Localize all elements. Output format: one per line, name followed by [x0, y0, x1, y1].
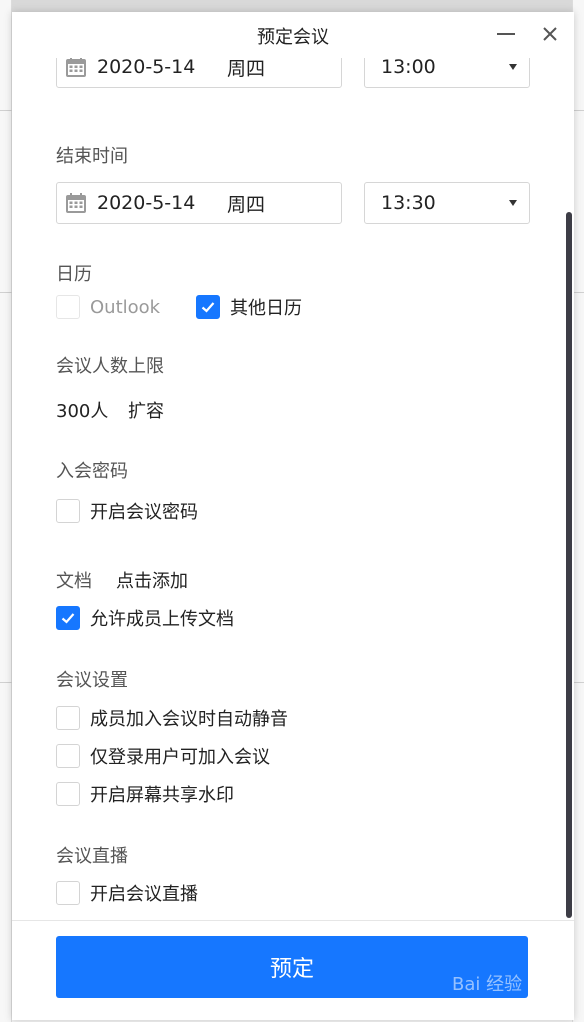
- dialog-titlebar: 预定会议: [12, 12, 574, 58]
- allow-upload-option[interactable]: 允许成员上传文档: [56, 605, 234, 631]
- end-date-value: 2020-5-14: [97, 192, 196, 214]
- end-time-label: 结束时间: [56, 146, 128, 167]
- background-titlebar: [0, 0, 584, 12]
- start-time-select[interactable]: 13:00: [364, 58, 530, 88]
- live-label: 会议直播: [56, 846, 128, 867]
- scrollbar[interactable]: [566, 212, 572, 918]
- background-divider: [0, 682, 12, 683]
- login-only-option[interactable]: 仅登录用户可加入会议: [56, 743, 270, 769]
- auto-mute-checkbox[interactable]: [56, 706, 80, 730]
- share-watermark-label: 开启屏幕共享水印: [90, 785, 234, 806]
- calendar-icon: [66, 193, 86, 213]
- outlook-checkbox[interactable]: [56, 295, 80, 319]
- login-only-label: 仅登录用户可加入会议: [90, 747, 270, 768]
- enable-password-checkbox[interactable]: [56, 499, 80, 523]
- start-time-value: 13:00: [381, 58, 436, 78]
- close-icon: [543, 27, 557, 41]
- calendar-label: 日历: [56, 264, 92, 285]
- docs-label: 文档: [56, 571, 92, 592]
- enable-live-label: 开启会议直播: [90, 884, 198, 905]
- checkmark-icon: [61, 613, 75, 624]
- password-label: 入会密码: [56, 461, 128, 482]
- capacity-value: 300人: [56, 401, 109, 422]
- end-time-value: 13:30: [381, 192, 436, 214]
- add-doc-link[interactable]: 点击添加: [116, 567, 188, 593]
- start-date-picker[interactable]: 2020-5-14 周四: [56, 58, 342, 88]
- share-watermark-option[interactable]: 开启屏幕共享水印: [56, 781, 234, 807]
- background-left-edge: [0, 0, 12, 1022]
- schedule-meeting-dialog: 预定会议 2020-5-14 周四 13:00 结束时间 2020-5-14 周…: [12, 12, 574, 1020]
- calendar-icon: [66, 58, 86, 77]
- enable-live-option[interactable]: 开启会议直播: [56, 880, 198, 906]
- dialog-scroll-content[interactable]: 2020-5-14 周四 13:00 结束时间 2020-5-14 周四 13:…: [12, 58, 574, 920]
- background-divider: [0, 110, 12, 111]
- outlook-option[interactable]: Outlook: [56, 294, 160, 320]
- footer-divider: [12, 920, 574, 921]
- minimize-icon: [497, 33, 515, 35]
- auto-mute-option[interactable]: 成员加入会议时自动静音: [56, 705, 288, 731]
- capacity-label: 会议人数上限: [56, 356, 164, 377]
- auto-mute-label: 成员加入会议时自动静音: [90, 709, 288, 730]
- chevron-down-icon: [509, 64, 517, 70]
- enable-password-option[interactable]: 开启会议密码: [56, 498, 198, 524]
- end-date-picker[interactable]: 2020-5-14 周四: [56, 182, 342, 224]
- outlook-label: Outlook: [90, 296, 161, 318]
- allow-upload-checkbox[interactable]: [56, 606, 80, 630]
- checkmark-icon: [201, 302, 215, 313]
- enable-password-label: 开启会议密码: [90, 502, 198, 523]
- minimize-button[interactable]: [490, 18, 522, 50]
- background-divider: [0, 292, 12, 293]
- baidu-watermark: Bai 经验: [452, 974, 523, 995]
- share-watermark-checkbox[interactable]: [56, 782, 80, 806]
- enable-live-checkbox[interactable]: [56, 881, 80, 905]
- meeting-settings-label: 会议设置: [56, 670, 128, 691]
- end-weekday: 周四: [227, 193, 266, 216]
- expand-capacity-link[interactable]: 扩容: [128, 397, 164, 423]
- other-calendar-checkbox[interactable]: [196, 295, 220, 319]
- allow-upload-label: 允许成员上传文档: [90, 609, 234, 630]
- start-weekday: 周四: [227, 58, 266, 80]
- end-time-select[interactable]: 13:30: [364, 182, 530, 224]
- start-date-value: 2020-5-14: [97, 58, 196, 78]
- login-only-checkbox[interactable]: [56, 744, 80, 768]
- other-calendar-label: 其他日历: [230, 298, 302, 319]
- chevron-down-icon: [509, 200, 517, 206]
- other-calendar-option[interactable]: 其他日历: [196, 294, 302, 320]
- close-button[interactable]: [534, 18, 566, 50]
